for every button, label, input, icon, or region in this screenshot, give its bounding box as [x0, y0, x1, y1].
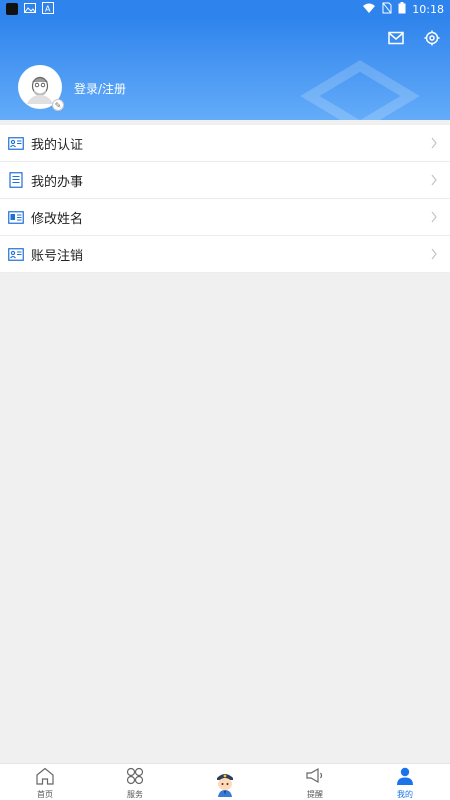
id-card-icon — [8, 209, 24, 225]
wifi-icon — [362, 2, 376, 17]
menu-item-my-certification[interactable]: 我的认证 — [0, 125, 450, 162]
nav-mine[interactable]: 我的 — [360, 764, 450, 800]
profile-header: ✎ 登录/注册 — [0, 18, 450, 120]
menu-item-label: 修改姓名 — [31, 211, 84, 227]
user-icon — [395, 767, 415, 789]
watermark-logo-icon — [300, 60, 420, 120]
svg-text:A: A — [45, 4, 51, 13]
id-card-icon — [8, 135, 24, 151]
user-face-icon — [27, 76, 53, 104]
nav-police-assistant[interactable] — [180, 764, 270, 800]
menu-item-label: 我的办事 — [31, 174, 84, 190]
nav-label: 首页 — [37, 790, 53, 799]
bottom-nav: 首页 服务 提醒 我的 — [0, 763, 450, 800]
chevron-right-icon — [430, 171, 438, 190]
chevron-right-icon — [430, 245, 438, 264]
login-register-link[interactable]: 登录/注册 — [74, 80, 126, 97]
clock: 10:18 — [412, 2, 444, 16]
mail-icon[interactable] — [386, 28, 406, 48]
menu-item-label: 账号注销 — [31, 248, 84, 264]
gallery-icon — [24, 2, 36, 17]
apps-icon — [125, 767, 145, 789]
menu-item-label: 我的认证 — [31, 137, 84, 153]
avatar[interactable]: ✎ — [18, 65, 64, 111]
battery-icon — [398, 1, 406, 17]
menu-item-my-affairs[interactable]: 我的办事 — [0, 162, 450, 199]
nav-label: 提醒 — [307, 790, 323, 799]
nav-label: 服务 — [127, 790, 143, 799]
menu-item-change-name[interactable]: 修改姓名 — [0, 199, 450, 236]
home-icon — [35, 767, 55, 789]
chevron-right-icon — [430, 208, 438, 227]
nav-home[interactable]: 首页 — [0, 764, 90, 800]
status-bar: A 10:18 — [0, 0, 450, 18]
nav-reminders[interactable]: 提醒 — [270, 764, 360, 800]
app-icon — [6, 3, 18, 15]
nav-services[interactable]: 服务 — [90, 764, 180, 800]
menu-item-cancel-account[interactable]: 账号注销 — [0, 236, 450, 273]
no-sim-icon — [382, 2, 392, 17]
profile-menu: 我的认证 我的办事 修改姓名 账号注销 — [0, 125, 450, 273]
megaphone-icon — [305, 767, 325, 789]
chevron-right-icon — [430, 134, 438, 153]
id-card-icon — [8, 246, 24, 262]
text-icon: A — [42, 1, 54, 17]
settings-icon[interactable] — [422, 28, 442, 48]
document-icon — [8, 172, 24, 188]
police-avatar-icon — [211, 769, 239, 797]
nav-label: 我的 — [397, 790, 413, 799]
edit-avatar-icon[interactable]: ✎ — [52, 99, 64, 111]
